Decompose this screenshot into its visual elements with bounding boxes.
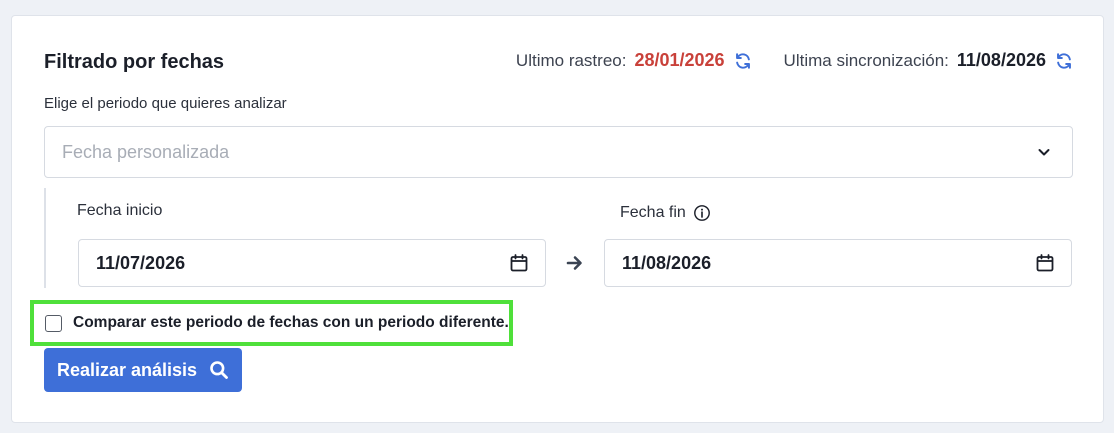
run-analysis-button[interactable]: Realizar análisis [44,348,242,392]
last-sync-date: 11/08/2026 [956,50,1046,70]
last-sync-label: Ultima sincronización: [783,50,949,70]
period-prompt: Elige el periodo que quieres analizar [44,95,287,112]
calendar-icon[interactable] [1035,253,1055,273]
period-select-placeholder: Fecha personalizada [62,141,230,162]
period-select[interactable]: Fecha personalizada [44,126,1073,178]
sync-status: Ultimo rastreo: 28/01/2026 Ultima sincro… [516,50,1073,71]
run-analysis-label: Realizar análisis [56,359,198,380]
end-date-label: Fecha fin [620,204,686,221]
calendar-icon[interactable] [509,253,529,273]
last-crawl-date: 28/01/2026 [634,50,725,70]
card-title: Filtrado por fechas [44,51,225,73]
start-date-input[interactable]: 11/07/2026 [78,239,546,287]
compare-checkbox[interactable] [45,314,62,332]
end-date-value: 11/08/2026 [622,252,712,273]
end-date-input[interactable]: 11/08/2026 [604,239,1072,287]
compare-period-option[interactable]: Comparar este periodo de fechas con un p… [30,300,513,346]
date-filter-card: Filtrado por fechas Ultimo rastreo: 28/0… [11,15,1104,423]
chevron-down-icon [1036,144,1052,160]
start-date-label: Fecha inicio [77,202,163,219]
compare-label[interactable]: Comparar este periodo de fechas con un p… [73,314,509,332]
date-range-divider [44,188,46,288]
refresh-sync-icon[interactable] [1055,52,1073,70]
end-date-label-row: Fecha fin [620,204,711,222]
start-date-value: 11/07/2026 [96,252,186,273]
arrow-right-icon [566,254,584,272]
info-icon[interactable] [693,204,711,222]
last-crawl-label: Ultimo rastreo: [515,50,627,70]
refresh-crawl-icon[interactable] [734,52,752,70]
search-icon [209,360,229,380]
